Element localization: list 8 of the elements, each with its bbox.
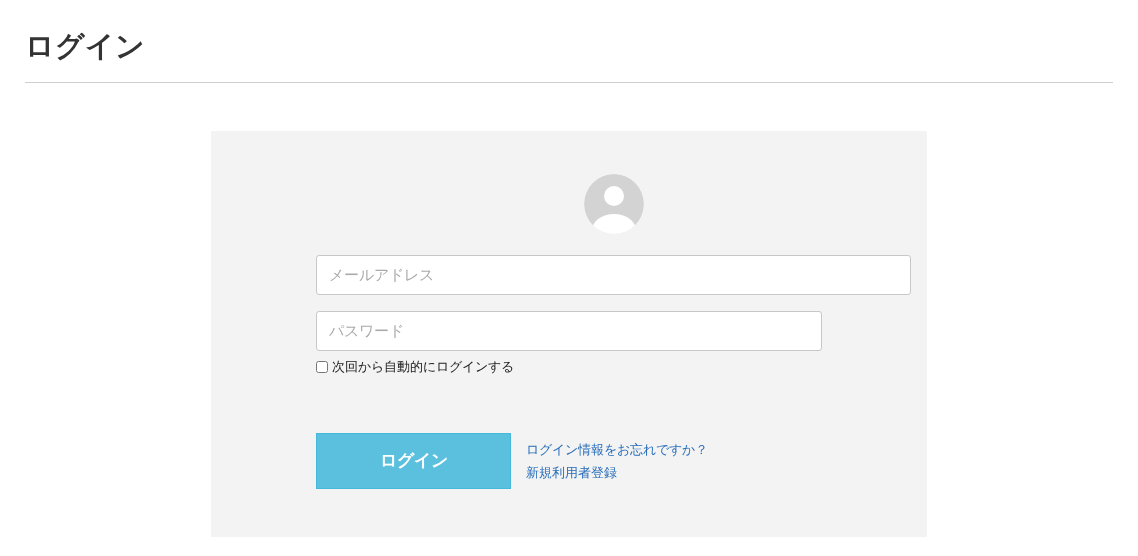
remember-label: 次回から自動的にログインする xyxy=(332,358,514,376)
text-link[interactable]: 新規利用者登録 xyxy=(526,463,708,481)
avatar-icon xyxy=(583,174,644,234)
password-field[interactable]: パスワード xyxy=(316,311,822,351)
remember-checkbox[interactable] xyxy=(316,360,328,373)
text-link[interactable]: ログイン情報をお忘れですか？ xyxy=(526,440,708,458)
email-field[interactable]: メールアドレス xyxy=(316,255,911,295)
page-title: ログイン xyxy=(25,28,146,65)
